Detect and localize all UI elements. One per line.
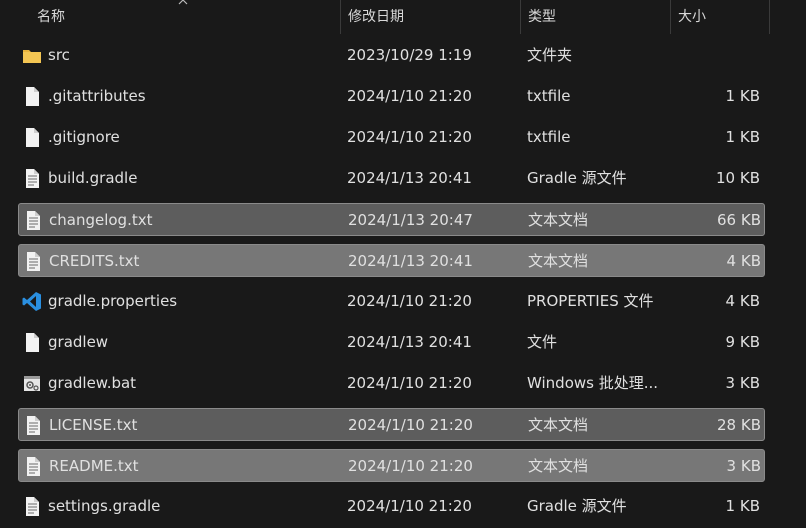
file-modified-date: 2023/10/29 1:19 — [347, 46, 472, 64]
file-size: 10 KB — [716, 169, 760, 187]
blank-file-icon — [22, 127, 42, 148]
file-size: 4 KB — [725, 292, 760, 310]
file-row[interactable]: .gitignore 2024/1/10 21:20 txtfile 1 KB — [18, 121, 765, 154]
file-row[interactable]: changelog.txt 2024/1/13 20:47 文本文档 66 KB — [18, 203, 765, 236]
text-file-icon — [23, 456, 43, 477]
text-file-icon — [22, 496, 42, 517]
file-name: README.txt — [49, 457, 139, 475]
file-size: 3 KB — [725, 374, 760, 392]
column-header-name[interactable]: 名称 — [30, 0, 340, 34]
file-type: Gradle 源文件 — [527, 497, 627, 515]
file-name: CREDITS.txt — [49, 252, 140, 270]
column-header-bar: 名称 修改日期 类型 大小 — [0, 0, 806, 34]
column-header-type[interactable]: 类型 — [520, 0, 670, 34]
file-row[interactable]: gradlew 2024/1/13 20:41 文件 9 KB — [18, 326, 765, 359]
batch-file-icon — [22, 373, 42, 394]
vscode-icon — [22, 291, 42, 312]
file-type: 文本文档 — [528, 252, 589, 270]
file-name: .gitignore — [48, 128, 120, 146]
text-file-icon — [23, 415, 43, 436]
blank-file-icon — [22, 86, 42, 107]
file-type: 文本文档 — [528, 457, 589, 475]
file-name: .gitattributes — [48, 87, 146, 105]
file-modified-date: 2024/1/10 21:20 — [347, 374, 472, 392]
file-type: txtfile — [527, 87, 571, 105]
file-name: settings.gradle — [48, 497, 161, 515]
file-type: 文件夹 — [527, 46, 573, 64]
file-modified-date: 2024/1/10 21:20 — [348, 416, 473, 434]
file-row[interactable]: README.txt 2024/1/10 21:20 文本文档 3 KB — [18, 449, 765, 482]
folder-icon — [22, 45, 42, 66]
blank-file-icon — [22, 332, 42, 353]
file-name: src — [48, 46, 70, 64]
file-name: changelog.txt — [49, 211, 153, 229]
text-file-icon — [22, 168, 42, 189]
file-size: 1 KB — [725, 87, 760, 105]
file-type: PROPERTIES 文件 — [527, 292, 654, 310]
file-name: gradle.properties — [48, 292, 178, 310]
file-modified-date: 2024/1/13 20:41 — [347, 169, 472, 187]
file-name: LICENSE.txt — [49, 416, 138, 434]
file-modified-date: 2024/1/10 21:20 — [348, 457, 473, 475]
file-size: 1 KB — [725, 497, 760, 515]
file-type: 文本文档 — [528, 416, 589, 434]
file-row[interactable]: .gitattributes 2024/1/10 21:20 txtfile 1 KB — [18, 80, 765, 113]
file-modified-date: 2024/1/13 20:41 — [347, 333, 472, 351]
file-row[interactable]: LICENSE.txt 2024/1/10 21:20 文本文档 28 KB — [18, 408, 765, 441]
file-row[interactable]: settings.gradle 2024/1/10 21:20 Gradle 源文件… — [18, 490, 765, 523]
file-type: 文件 — [527, 333, 558, 351]
file-modified-date: 2024/1/13 20:41 — [348, 252, 473, 270]
file-name: gradlew.bat — [48, 374, 137, 392]
file-modified-date: 2024/1/10 21:20 — [347, 292, 472, 310]
text-file-icon — [23, 251, 43, 272]
file-type: txtfile — [527, 128, 571, 146]
file-size: 66 KB — [717, 211, 761, 229]
file-modified-date: 2024/1/10 21:20 — [347, 497, 472, 515]
column-header-date[interactable]: 修改日期 — [340, 0, 520, 34]
file-explorer: 名称 修改日期 类型 大小 src 2023/10/29 1:19 文件夹 .gita… — [0, 0, 806, 528]
file-name: gradlew — [48, 333, 109, 351]
file-size: 1 KB — [725, 128, 760, 146]
file-type: 文本文档 — [528, 211, 589, 229]
file-row[interactable]: CREDITS.txt 2024/1/13 20:41 文本文档 4 KB — [18, 244, 765, 277]
file-size: 9 KB — [725, 333, 760, 351]
file-modified-date: 2024/1/10 21:20 — [347, 128, 472, 146]
file-modified-date: 2024/1/13 20:47 — [348, 211, 473, 229]
file-size: 4 KB — [726, 252, 761, 270]
file-row[interactable]: build.gradle 2024/1/13 20:41 Gradle 源文件 10 … — [18, 162, 765, 195]
file-size: 3 KB — [726, 457, 761, 475]
column-header-size[interactable]: 大小 — [670, 0, 770, 34]
file-row[interactable]: gradlew.bat 2024/1/10 21:20 Windows 批处理...… — [18, 367, 765, 400]
text-file-icon — [23, 210, 43, 231]
file-type: Windows 批处理... — [527, 374, 659, 392]
file-modified-date: 2024/1/10 21:20 — [347, 87, 472, 105]
file-row[interactable]: gradle.properties 2024/1/10 21:20 PROPERTI… — [18, 285, 765, 318]
file-size: 28 KB — [717, 416, 761, 434]
file-type: Gradle 源文件 — [527, 169, 627, 187]
file-row[interactable]: src 2023/10/29 1:19 文件夹 — [18, 39, 765, 72]
file-name: build.gradle — [48, 169, 138, 187]
file-size — [668, 39, 760, 72]
